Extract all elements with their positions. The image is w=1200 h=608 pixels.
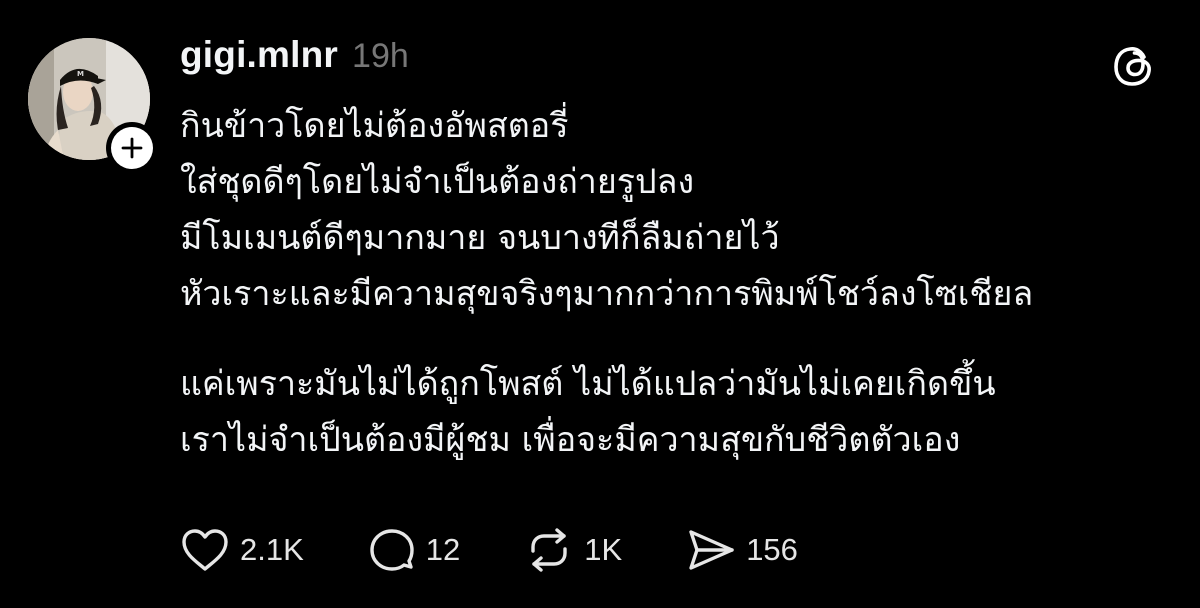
reply-count: 12 (425, 532, 461, 567)
post-text-line: กินข้าวโดยไม่ต้องอัพสตอรี่ (180, 106, 569, 146)
repost-button[interactable]: 1K (524, 527, 622, 573)
reply-button[interactable]: 12 (368, 527, 460, 573)
repost-count: 1K (584, 532, 623, 567)
send-icon (689, 530, 734, 570)
timestamp: 19h (352, 37, 409, 75)
comment-icon (370, 529, 414, 571)
follow-button[interactable] (106, 122, 158, 174)
thread-post: M gigi.mlnr 19h กินข้าวโดยไม่ต้องอัพสตอร… (0, 0, 1200, 608)
share-button[interactable]: 156 (686, 527, 798, 573)
like-count: 2.1K (240, 532, 304, 567)
repost-icon (531, 528, 567, 572)
post-body: กินข้าวโดยไม่ต้องอัพสตอรี่ ใส่ชุดดีๆโดยไ… (180, 98, 1180, 468)
username[interactable]: gigi.mlnr (180, 34, 338, 76)
like-button[interactable]: 2.1K (180, 527, 304, 573)
threads-logo-icon[interactable] (1110, 42, 1158, 90)
post-text-line: ใส่ชุดดีๆโดยไม่จำเป็นต้องถ่ายรูปลง (180, 162, 695, 202)
post-text-line: เราไม่จำเป็นต้องมีผู้ชม เพื่อจะมีความสุข… (180, 420, 961, 460)
action-bar: 2.1K 12 1K 156 (180, 524, 862, 576)
svg-text:M: M (77, 70, 84, 78)
post-text-line: มีโมเมนต์ดีๆมากมาย จนบางทีก็ลืมถ่ายไว้ (180, 218, 780, 258)
post-text-line: หัวเราะและมีความสุขจริงๆมากกว่าการพิมพ์โ… (180, 274, 1034, 314)
post-header: gigi.mlnr 19h (180, 34, 409, 88)
heart-icon (182, 529, 228, 571)
post-text-line: แค่เพราะมันไม่ได้ถูกโพสต์ ไม่ได้แปลว่ามั… (180, 364, 996, 404)
plus-icon (121, 137, 143, 159)
share-count: 156 (746, 532, 798, 567)
avatar-container: M (28, 38, 158, 174)
follow-badge-circle (111, 127, 153, 169)
